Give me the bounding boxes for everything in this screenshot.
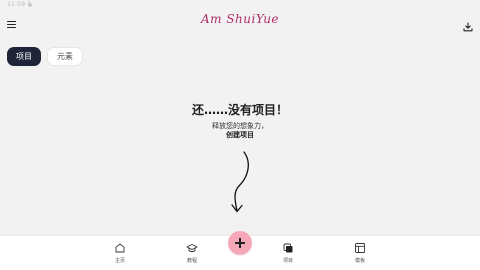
nav-projects[interactable]: 项目 [268,239,308,264]
nav-templates-label: 模板 [354,258,365,264]
graduation-cap-icon [186,244,198,253]
nav-templates[interactable]: 模板 [340,239,380,264]
download-icon [463,22,473,32]
empty-state-title: 还……没有项目！ [191,103,288,117]
project-stack-icon [283,243,293,253]
app-title: Am ShuiYue [200,12,280,26]
nav-home[interactable]: 主页 [100,239,140,264]
status-indicator-icon [28,3,32,7]
nav-projects-label: 项目 [282,258,293,264]
template-icon [355,243,365,253]
nav-home-label: 主页 [114,258,125,264]
menu-icon-line [7,27,16,29]
home-icon [115,243,125,253]
nav-tutorials[interactable]: 教程 [172,239,212,264]
download-button[interactable] [462,18,474,32]
nav-tutorials-label: 教程 [186,258,197,264]
tab-projects[interactable]: 项目 [7,47,41,66]
add-project-button[interactable] [228,231,252,255]
tab-bar: 项目 元素 [7,47,83,66]
hand-drawn-arrow-icon [231,151,249,213]
tab-elements[interactable]: 元素 [47,47,83,66]
plus-icon-vertical [239,238,241,248]
empty-state-cta-text: 创建项目 [226,131,254,139]
status-bar: 11:59 5 [0,0,480,10]
